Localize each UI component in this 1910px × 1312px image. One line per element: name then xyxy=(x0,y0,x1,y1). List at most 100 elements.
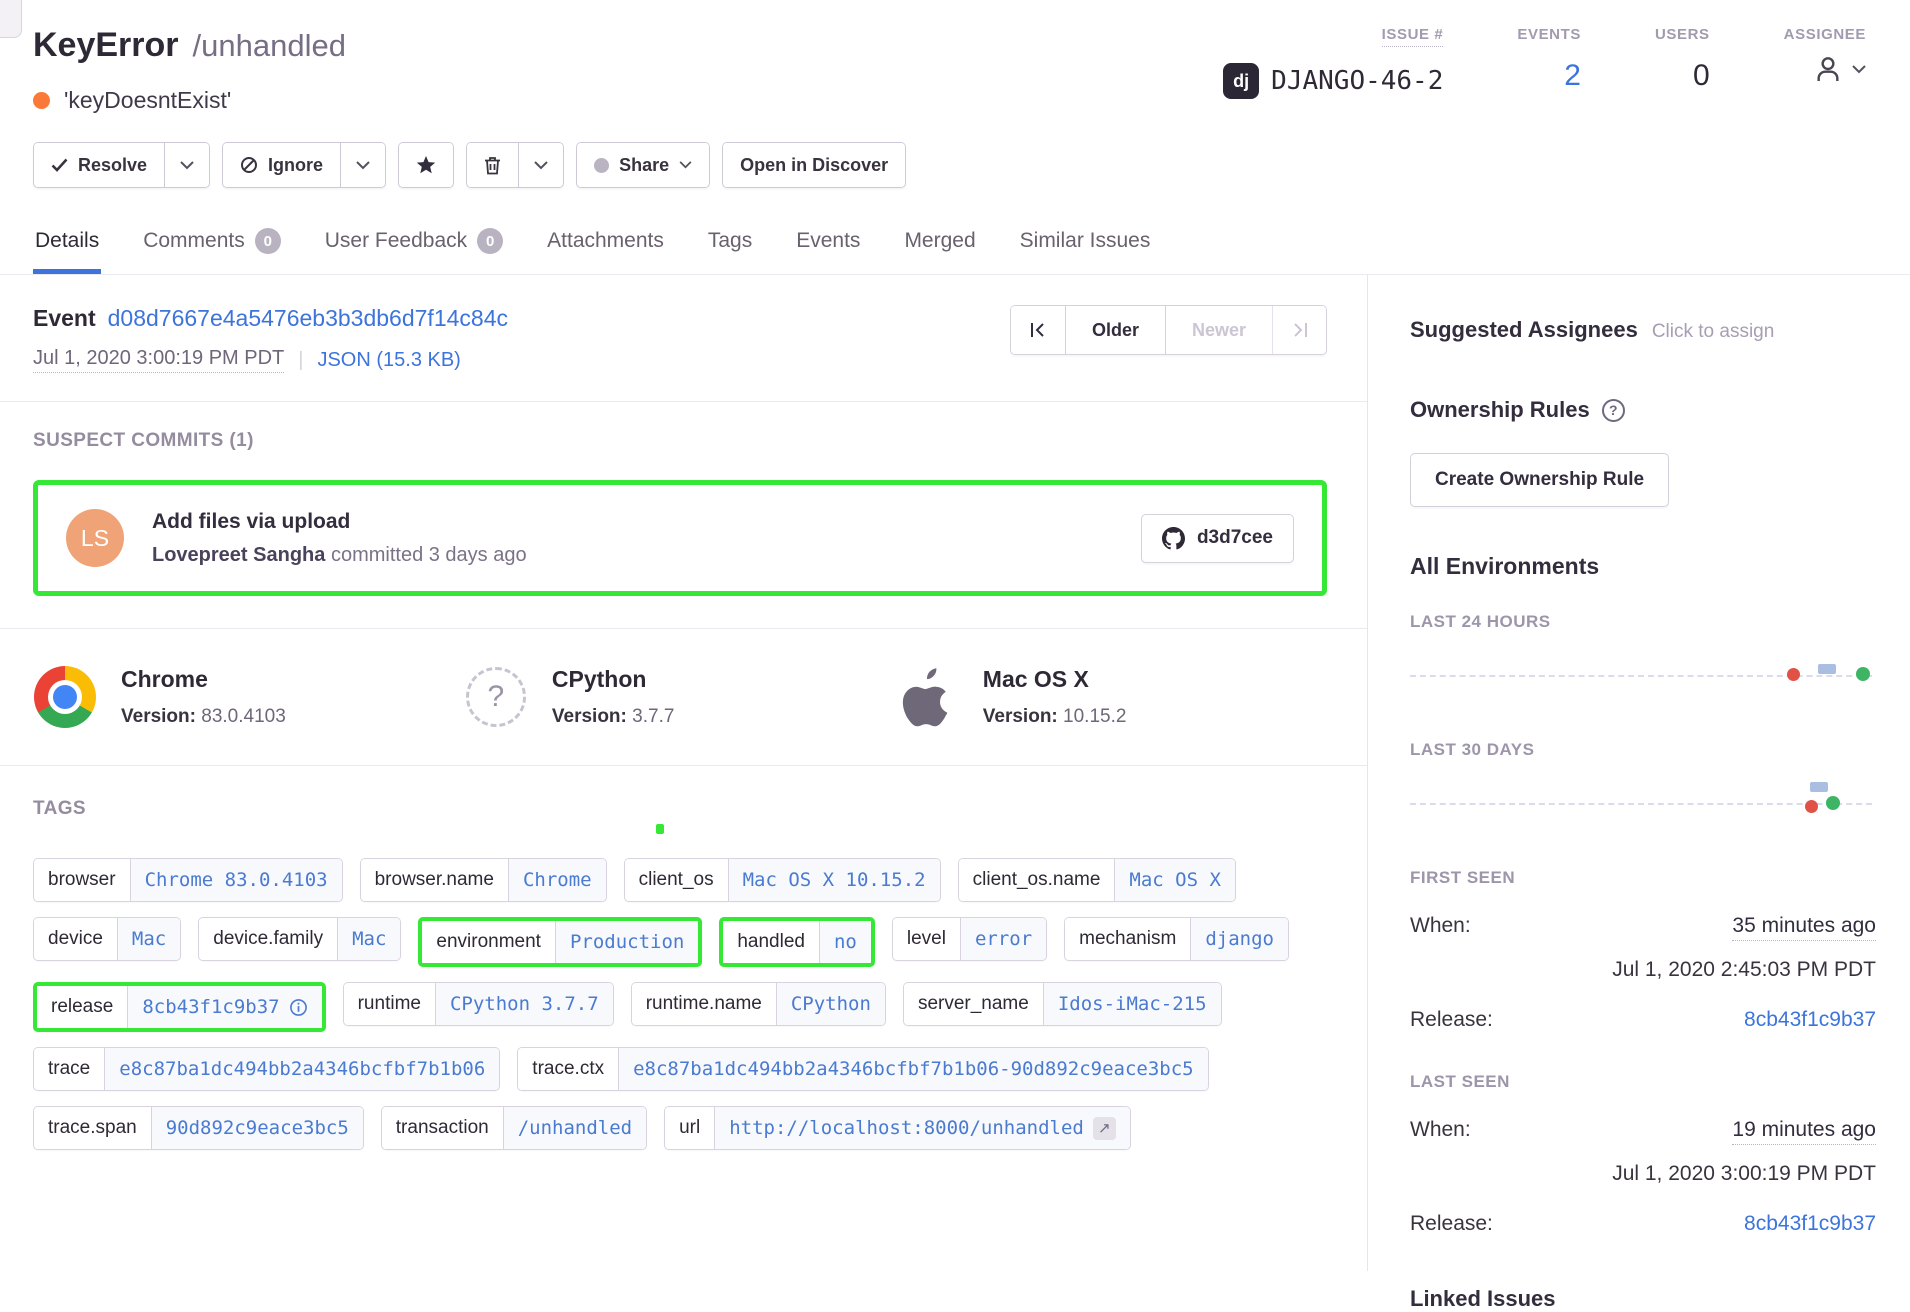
tag-value-link[interactable]: Mac OS X 10.15.2 xyxy=(728,859,940,901)
chevron-down-icon xyxy=(679,161,692,169)
commit-title: Add files via upload xyxy=(152,510,1141,534)
tag-pill-trace: tracee8c87ba1dc494bb2a4346bcfbf7b1b06 xyxy=(33,1047,500,1091)
tag-pill-handled: handledno xyxy=(719,917,875,967)
tag-value-link[interactable]: no xyxy=(819,921,871,963)
users-label: USERS xyxy=(1655,26,1710,43)
when-label: When: xyxy=(1410,1118,1471,1142)
first-seen-release-link[interactable]: 8cb43f1c9b37 xyxy=(1744,1008,1876,1032)
tag-value-link[interactable]: e8c87ba1dc494bb2a4346bcfbf7b1b06-90d892c… xyxy=(618,1048,1208,1090)
release-label: Release: xyxy=(1410,1212,1493,1236)
last-seen-relative[interactable]: 19 minutes ago xyxy=(1732,1118,1876,1145)
tag-value-link[interactable]: CPython xyxy=(776,983,885,1025)
tag-key: client_os xyxy=(625,859,728,901)
ignore-button[interactable]: Ignore xyxy=(223,143,340,187)
first-seen-relative[interactable]: 35 minutes ago xyxy=(1732,914,1876,941)
issue-stats: ISSUE # dj DJANGO-46-2 EVENTS 2 USERS 0 … xyxy=(1223,26,1870,114)
open-in-discover-button[interactable]: Open in Discover xyxy=(723,143,905,187)
resolve-dropdown-button[interactable] xyxy=(164,143,209,187)
tab-attachments[interactable]: Attachments xyxy=(545,222,666,274)
tab-user-feedback[interactable]: User Feedback0 xyxy=(323,222,505,274)
event-label: Event xyxy=(33,305,96,332)
assignee-dropdown[interactable] xyxy=(1812,53,1866,85)
event-id-link[interactable]: d08d7667e4a5476eb3b3db6d7f14c84c xyxy=(108,305,508,332)
tab-tags[interactable]: Tags xyxy=(706,222,754,274)
tab-comments[interactable]: Comments0 xyxy=(141,222,283,274)
tag-value-link[interactable]: Chrome 83.0.4103 xyxy=(130,859,342,901)
project-link[interactable]: dj DJANGO-46-2 xyxy=(1223,63,1443,99)
last-30-days-sparkline[interactable] xyxy=(1410,770,1876,836)
share-button[interactable]: Share xyxy=(577,143,709,187)
tag-pill-environment: environmentProduction xyxy=(418,917,702,967)
tags-list: browserChrome 83.0.4103browser.nameChrom… xyxy=(33,858,1327,1150)
ignore-dropdown-button[interactable] xyxy=(340,143,385,187)
help-icon[interactable]: ? xyxy=(1602,399,1625,422)
last-seen-release-link[interactable]: 8cb43f1c9b37 xyxy=(1744,1212,1876,1236)
tag-value-link[interactable]: error xyxy=(960,918,1046,960)
event-json-link[interactable]: JSON (15.3 KB) xyxy=(317,349,460,372)
delete-button[interactable] xyxy=(467,143,518,187)
tags-section: TAGS browserChrome 83.0.4103browser.name… xyxy=(0,766,1367,1190)
suspect-commits-heading: SUSPECT COMMITS (1) xyxy=(33,430,1327,452)
tag-value-link[interactable]: http://localhost:8000/unhandled↗ xyxy=(714,1107,1130,1149)
tag-key: trace.span xyxy=(34,1107,151,1149)
tag-value-link[interactable]: /unhandled xyxy=(503,1107,646,1149)
tag-value-link[interactable]: e8c87ba1dc494bb2a4346bcfbf7b1b06 xyxy=(104,1048,499,1090)
tag-pill-client_os: client_osMac OS X 10.15.2 xyxy=(624,858,941,902)
last-24-hours-sparkline[interactable] xyxy=(1410,642,1876,708)
stat-users: USERS 0 xyxy=(1655,26,1710,114)
tag-value-link[interactable]: Mac xyxy=(337,918,400,960)
stat-issue-number: ISSUE # dj DJANGO-46-2 xyxy=(1223,26,1443,114)
tab-similar-issues[interactable]: Similar Issues xyxy=(1018,222,1153,274)
check-icon xyxy=(51,158,68,172)
issue-header: KeyError /unhandled 'keyDoesntExist' ISS… xyxy=(0,0,1910,114)
error-level-dot xyxy=(33,92,50,109)
tag-key: transaction xyxy=(382,1107,503,1149)
event-timestamp[interactable]: Jul 1, 2020 3:00:19 PM PDT xyxy=(33,347,284,373)
tag-value-link[interactable]: django xyxy=(1190,918,1288,960)
info-icon[interactable] xyxy=(289,998,308,1017)
when-label: When: xyxy=(1410,914,1471,938)
tab-events[interactable]: Events xyxy=(794,222,862,274)
star-icon xyxy=(416,156,436,175)
issue-message: 'keyDoesntExist' xyxy=(64,87,231,114)
last-seen-date: Jul 1, 2020 3:00:19 PM PDT xyxy=(1410,1162,1876,1186)
tag-value-link[interactable]: Chrome xyxy=(508,859,606,901)
tag-value-link[interactable]: Mac xyxy=(117,918,180,960)
older-event-button[interactable]: Older xyxy=(1065,306,1165,354)
tab-merged[interactable]: Merged xyxy=(902,222,977,274)
delete-dropdown-button[interactable] xyxy=(518,143,563,187)
tag-key: browser xyxy=(34,859,130,901)
assignee-label: ASSIGNEE xyxy=(1784,26,1866,43)
resolve-button[interactable]: Resolve xyxy=(34,143,164,187)
tag-pill-release: release8cb43f1c9b37 xyxy=(33,982,326,1032)
suggested-assignees-title: Suggested Assignees xyxy=(1410,317,1638,343)
newer-event-button[interactable]: Newer xyxy=(1165,306,1272,354)
tag-key: client_os.name xyxy=(959,859,1115,901)
page-title: KeyError xyxy=(33,26,179,65)
tag-value-link[interactable]: 8cb43f1c9b37 xyxy=(127,986,321,1028)
bookmark-star-button[interactable] xyxy=(399,143,453,187)
commit-sha-button[interactable]: d3d7cee xyxy=(1141,514,1294,563)
tag-value-link[interactable]: 90d892c9eace3bc5 xyxy=(151,1107,363,1149)
oldest-event-button[interactable] xyxy=(1011,306,1065,354)
events-count[interactable]: 2 xyxy=(1564,59,1581,93)
tag-value-link[interactable]: CPython 3.7.7 xyxy=(435,983,613,1025)
tab-details[interactable]: Details xyxy=(33,222,101,274)
tag-key: runtime.name xyxy=(632,983,776,1025)
latest-marker-green xyxy=(1826,796,1840,810)
users-count[interactable]: 0 xyxy=(1693,59,1710,93)
suspect-commit-card: LS Add files via upload Lovepreet Sangha… xyxy=(33,480,1327,596)
external-link-icon[interactable]: ↗ xyxy=(1093,1117,1116,1140)
tag-value-link[interactable]: Production xyxy=(555,921,698,963)
corner-artifact xyxy=(0,0,22,38)
tag-pill-server_name: server_nameIdos-iMac-215 xyxy=(903,982,1222,1026)
create-ownership-rule-button[interactable]: Create Ownership Rule xyxy=(1410,453,1669,507)
django-project-icon: dj xyxy=(1223,63,1259,99)
tag-value-link[interactable]: Idos-iMac-215 xyxy=(1043,983,1221,1025)
mute-icon xyxy=(240,156,258,174)
tag-pill-trace.span: trace.span90d892c9eace3bc5 xyxy=(33,1106,364,1150)
tag-pill-client_os.name: client_os.nameMac OS X xyxy=(958,858,1236,902)
newest-event-button[interactable] xyxy=(1272,306,1326,354)
spike-marker-bar xyxy=(1818,664,1836,674)
tag-value-link[interactable]: Mac OS X xyxy=(1114,859,1235,901)
